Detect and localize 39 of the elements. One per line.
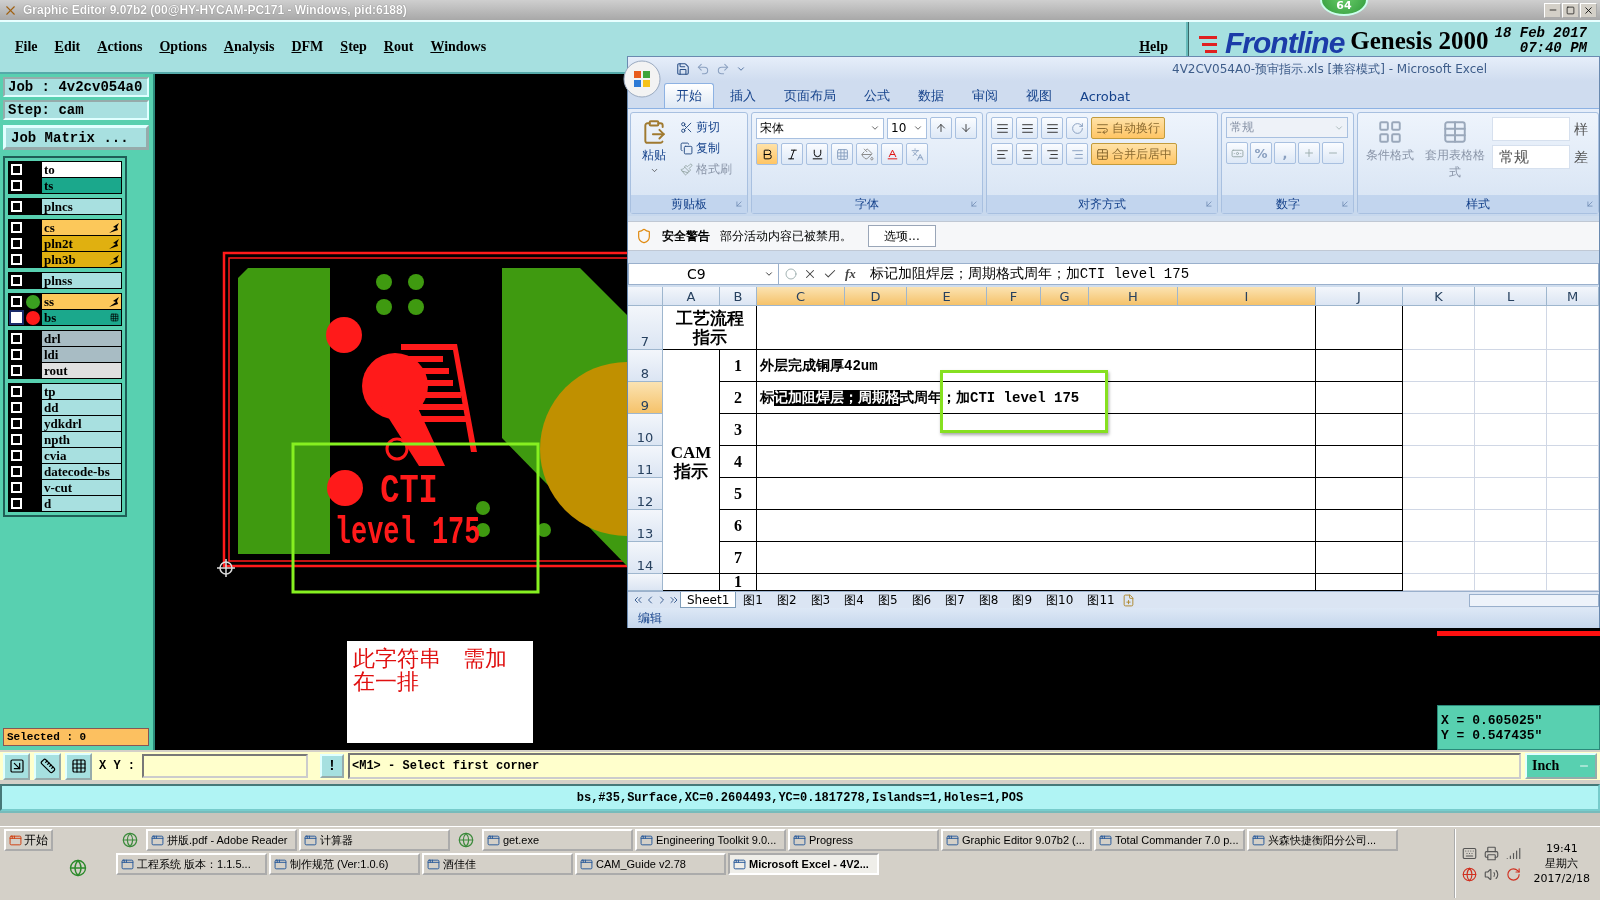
board-text: level 175 bbox=[334, 514, 481, 552]
date-text: 18 Feb 2017 bbox=[1494, 26, 1587, 41]
clock-date: 2017/2/18 bbox=[1533, 871, 1590, 886]
prompt-message: <M1> - Select first corner bbox=[348, 753, 1521, 779]
group-label: 样式 bbox=[1466, 195, 1490, 213]
group-label: 剪贴板 bbox=[671, 195, 707, 213]
table-cell: CAM指示 bbox=[663, 350, 720, 574]
style-label: 差 bbox=[1574, 148, 1588, 167]
group-label: 数字 bbox=[1275, 195, 1300, 213]
table-cell: 3 bbox=[720, 414, 757, 446]
xy-label: X Y : bbox=[99, 759, 135, 773]
window-title: 4V2CV054A0-预审指示.xls [兼容模式] - Microsoft Excel bbox=[1172, 60, 1487, 78]
table-cell: 6 bbox=[720, 510, 757, 542]
product-name: Genesis 2000 bbox=[1350, 26, 1489, 56]
status-text: 编辑 bbox=[638, 609, 662, 627]
table-cell: 1 bbox=[720, 350, 757, 382]
table-cell: 工艺流程指示 bbox=[663, 306, 757, 350]
y-coordinate: Y = 0.547435" bbox=[1441, 727, 1544, 743]
group-label: 字体 bbox=[855, 195, 879, 213]
x-coordinate: X = 0.605025" bbox=[1441, 712, 1544, 728]
table-cell: 7 bbox=[720, 542, 757, 574]
step-field: Step: cam bbox=[3, 100, 149, 120]
time-text: 07:40 PM bbox=[1519, 41, 1587, 56]
window-title: Graphic Editor 9.07b2 (00@HY-HYCAM-PC171 - Windows, pid:6188) bbox=[23, 3, 407, 17]
table-cell: 2 bbox=[720, 382, 757, 414]
style-label: 样 bbox=[1574, 120, 1588, 139]
status-text: bs,#35,Surface,XC=0.2604493,YC=0.1817278,Islands=1,Holes=1,POS bbox=[576, 790, 1024, 805]
security-message: 部分活动内容已被禁用。 bbox=[720, 227, 852, 245]
table-cell: 5 bbox=[720, 478, 757, 510]
clock-time: 19:41 bbox=[1545, 841, 1578, 856]
group-label: 对齐方式 bbox=[1078, 195, 1126, 213]
board-text: CTI bbox=[380, 472, 438, 512]
table-cell: 4 bbox=[720, 446, 757, 478]
annotation-note: 此字符串 需加 在一排 bbox=[347, 641, 533, 743]
brand-logo: Frontline bbox=[1225, 26, 1345, 60]
clock-weekday: 星期六 bbox=[1545, 856, 1579, 871]
selected-count: Selected : 0 bbox=[3, 728, 149, 746]
security-title: 安全警告 bbox=[662, 227, 710, 245]
job-field: Job : 4v2cv054a0 bbox=[3, 77, 149, 97]
